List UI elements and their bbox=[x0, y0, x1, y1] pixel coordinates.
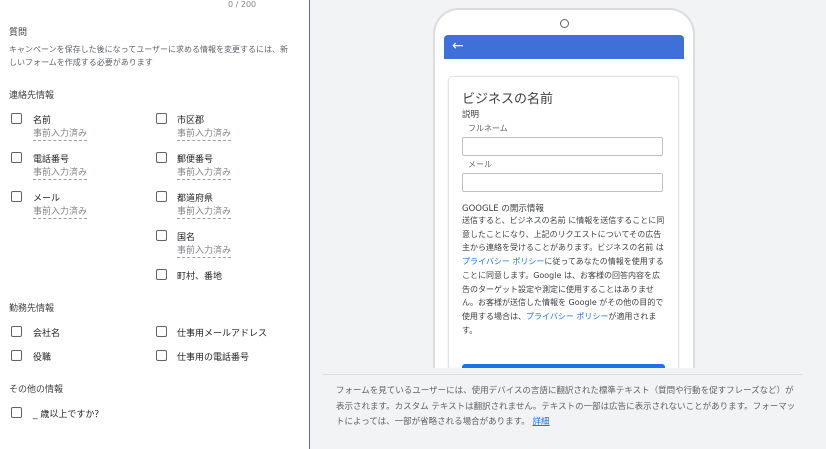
label-work-phone: 仕事用の電話番号 bbox=[177, 353, 250, 363]
prefilled-phone: 事前入力済み bbox=[33, 168, 88, 180]
label-email: メール bbox=[33, 194, 61, 204]
checkbox-city[interactable] bbox=[156, 113, 167, 124]
email-input[interactable] bbox=[462, 173, 663, 192]
checkbox-name[interactable] bbox=[11, 113, 22, 124]
privacy-policy-link[interactable]: プライバシー ポリシー bbox=[462, 257, 544, 266]
label-street: 町村、番地 bbox=[177, 272, 223, 282]
label-city: 市区郡 bbox=[177, 116, 205, 126]
label-phone: 電話番号 bbox=[33, 155, 70, 165]
label-country: 国名 bbox=[177, 233, 196, 243]
question-description: キャンペーンを保存した後になってユーザーに求める情報を変更するには、新しいフォー… bbox=[9, 45, 289, 67]
checkbox-age[interactable] bbox=[11, 407, 22, 418]
disclosure-title: GOOGLE の開示情報 bbox=[462, 204, 544, 214]
label-prefecture: 都道府県 bbox=[177, 194, 214, 204]
label-age: _ 歳以上ですか？ bbox=[33, 410, 104, 420]
prefilled-city: 事前入力済み bbox=[177, 129, 232, 141]
checkbox-phone[interactable] bbox=[11, 152, 22, 163]
checkbox-street[interactable] bbox=[156, 269, 167, 280]
checkbox-prefecture[interactable] bbox=[156, 191, 167, 202]
phone-preview: ← ビジネスの名前 説明 フルネーム メール GOOGLE の開示情報 送信する… bbox=[433, 8, 695, 368]
submit-button[interactable]: 送信 bbox=[462, 364, 665, 368]
contact-section-title: 連絡先情報 bbox=[9, 91, 55, 101]
label-company: 会社名 bbox=[33, 329, 61, 339]
prefilled-email: 事前入力済み bbox=[33, 207, 88, 219]
footer-divider bbox=[322, 374, 802, 375]
question-section-title: 質問 bbox=[9, 28, 28, 38]
privacy-policy-link-2[interactable]: プライバシー ポリシー bbox=[526, 312, 608, 321]
app-bar: ← bbox=[444, 35, 684, 59]
fullname-input[interactable] bbox=[462, 137, 663, 156]
business-name: ビジネスの名前 bbox=[462, 92, 554, 107]
back-arrow-icon[interactable]: ← bbox=[452, 38, 464, 54]
translation-note: フォームを見ているユーザーには、使用デバイスの言語に翻訳された標準テキスト（質問… bbox=[336, 386, 796, 427]
checkbox-job-title[interactable] bbox=[11, 350, 22, 361]
lead-form-card: ビジネスの名前 説明 フルネーム メール GOOGLE の開示情報 送信すると、… bbox=[449, 77, 678, 368]
label-name: 名前 bbox=[33, 116, 52, 126]
checkbox-country[interactable] bbox=[156, 230, 167, 241]
prefilled-name: 事前入力済み bbox=[33, 129, 88, 141]
checkbox-work-phone[interactable] bbox=[156, 350, 167, 361]
prefilled-country: 事前入力済み bbox=[177, 246, 232, 258]
learn-more-link[interactable]: 詳細 bbox=[533, 417, 550, 427]
label-postal: 郵便番号 bbox=[177, 155, 214, 165]
checkbox-postal[interactable] bbox=[156, 152, 167, 163]
form-description: 説明 bbox=[462, 110, 480, 120]
email-label: メール bbox=[468, 160, 492, 169]
other-section-title: その他の情報 bbox=[9, 385, 64, 395]
checkbox-company[interactable] bbox=[11, 326, 22, 337]
char-counter: 0 / 200 bbox=[228, 0, 257, 9]
fullname-label: フルネーム bbox=[468, 124, 508, 133]
prefilled-postal: 事前入力済み bbox=[177, 168, 232, 180]
prefilled-prefecture: 事前入力済み bbox=[177, 207, 232, 219]
label-job-title: 役職 bbox=[33, 353, 52, 363]
checkbox-email[interactable] bbox=[11, 191, 22, 202]
form-settings-panel: 0 / 200 質問 キャンペーンを保存した後になってユーザーに求める情報を変更… bbox=[0, 0, 309, 449]
phone-camera bbox=[560, 19, 569, 28]
work-section-title: 勤務先情報 bbox=[9, 304, 55, 314]
disclosure-text: 送信すると、ビジネスの名前 に情報を送信することに同意したことになり、上記のリク… bbox=[462, 216, 665, 335]
label-work-email: 仕事用メールアドレス bbox=[177, 329, 268, 339]
checkbox-work-email[interactable] bbox=[156, 326, 167, 337]
